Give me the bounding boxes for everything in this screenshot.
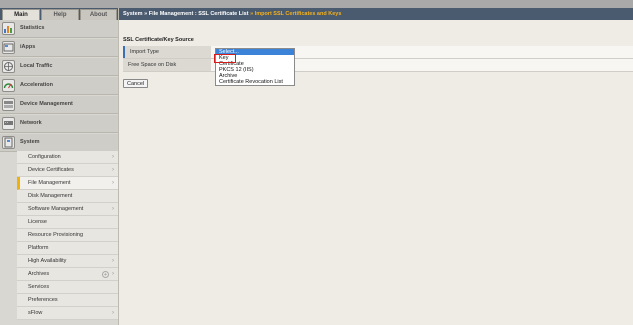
submenu-item[interactable]: File Management › <box>17 177 118 190</box>
sidebar-section-local-traffic[interactable]: Local Traffic <box>0 58 118 76</box>
tab-about[interactable]: About <box>80 9 117 20</box>
submenu-item[interactable]: License <box>17 216 118 229</box>
import-type-label: Import Type <box>123 46 211 58</box>
submenu-item-label: Archives <box>28 271 50 277</box>
sidebar-section-label: Network <box>20 120 42 126</box>
add-circle-icon[interactable]: + <box>102 271 109 278</box>
acceleration-icon <box>2 79 15 92</box>
tab-help[interactable]: Help <box>41 9 79 20</box>
sidebar-section-label: Statistics <box>20 25 45 31</box>
chevron-right-icon: › <box>112 154 114 160</box>
submenu-item-label: File Management <box>28 180 71 186</box>
submenu-item-label: Configuration <box>28 154 61 160</box>
submenu-item[interactable]: Preferences <box>17 294 118 307</box>
browser-top-strip <box>0 0 633 8</box>
sidebar-section-device-management[interactable]: Device Management <box>0 96 118 114</box>
device-management-icon <box>2 98 15 111</box>
sidebar-section-system[interactable]: System <box>0 134 118 152</box>
chevron-right-icon: › <box>112 180 114 186</box>
tab-main[interactable]: Main <box>2 9 40 20</box>
submenu-item-label: Resource Provisioning <box>28 232 84 238</box>
statistics-icon <box>2 22 15 35</box>
sidebar-section-label: System <box>20 139 40 145</box>
form-section-title: SSL Certificate/Key Source <box>123 37 194 43</box>
submenu-item[interactable]: Configuration › <box>17 151 118 164</box>
sidebar-tabs: Main Help About <box>0 8 118 20</box>
sidebar-section-network[interactable]: Network <box>0 115 118 133</box>
system-icon <box>2 136 15 149</box>
sidebar: Main Help About Statistics iApps Local T… <box>0 8 119 325</box>
submenu-item[interactable]: Resource Provisioning <box>17 229 118 242</box>
submenu-item-label: Platform <box>28 245 49 251</box>
submenu-item[interactable]: Software Management › <box>17 203 118 216</box>
submenu-item-label: High Availability <box>28 258 67 264</box>
chevron-right-icon: › <box>112 258 114 264</box>
free-space-label: Free Space on Disk <box>123 59 211 71</box>
main-content: SSL Certificate/Key Source Import Type F… <box>119 20 633 325</box>
sidebar-section-iapps[interactable]: iApps <box>0 39 118 57</box>
submenu-item-label: Preferences <box>28 297 58 303</box>
submenu-item[interactable]: Platform <box>17 242 118 255</box>
cancel-button[interactable]: Cancel <box>123 79 149 88</box>
highlight-box <box>214 54 236 63</box>
breadcrumb-file-management[interactable]: File Management : SSL Certificate List <box>149 11 249 17</box>
submenu-item[interactable]: High Availability › <box>17 255 118 268</box>
submenu-item[interactable]: Device Certificates › <box>17 164 118 177</box>
import-type-row: Import Type <box>123 46 633 59</box>
submenu-item-label: Disk Management <box>28 193 73 199</box>
chevron-right-icon: › <box>112 271 114 277</box>
submenu-item[interactable]: sFlow › <box>17 307 118 320</box>
sidebar-section-label: Device Management <box>20 101 73 107</box>
breadcrumb-current: Import SSL Certificates and Keys <box>254 11 342 17</box>
form-table: Import Type Free Space on Disk <box>123 46 633 72</box>
breadcrumb-system[interactable]: System <box>123 11 143 17</box>
free-space-row: Free Space on Disk <box>123 59 633 72</box>
chevron-right-icon: › <box>112 206 114 212</box>
network-icon <box>2 117 15 130</box>
submenu-item-label: Services <box>28 284 50 290</box>
sidebar-section-acceleration[interactable]: Acceleration <box>0 77 118 95</box>
iapps-icon <box>2 41 15 54</box>
sidebar-section-label: Local Traffic <box>20 63 53 69</box>
submenu-item-label: License <box>28 219 47 225</box>
system-submenu: Configuration › Device Certificates › File M… <box>17 151 118 320</box>
breadcrumb: System » File Management : SSL Certifica… <box>119 8 633 20</box>
chevron-right-icon: › <box>112 167 114 173</box>
sidebar-section-statistics[interactable]: Statistics <box>0 20 118 38</box>
submenu-item-label: sFlow <box>28 310 43 316</box>
submenu-item[interactable]: Services <box>17 281 118 294</box>
submenu-item-label: Software Management <box>28 206 84 212</box>
sidebar-section-label: iApps <box>20 44 36 50</box>
submenu-item-label: Device Certificates <box>28 167 74 173</box>
submenu-item[interactable]: Archives + › <box>17 268 118 281</box>
submenu-item[interactable]: Disk Management <box>17 190 118 203</box>
local-traffic-icon <box>2 60 15 73</box>
dropdown-option[interactable]: Certificate Revocation List <box>216 79 294 85</box>
sidebar-section-label: Acceleration <box>20 82 54 88</box>
chevron-right-icon: › <box>112 310 114 316</box>
